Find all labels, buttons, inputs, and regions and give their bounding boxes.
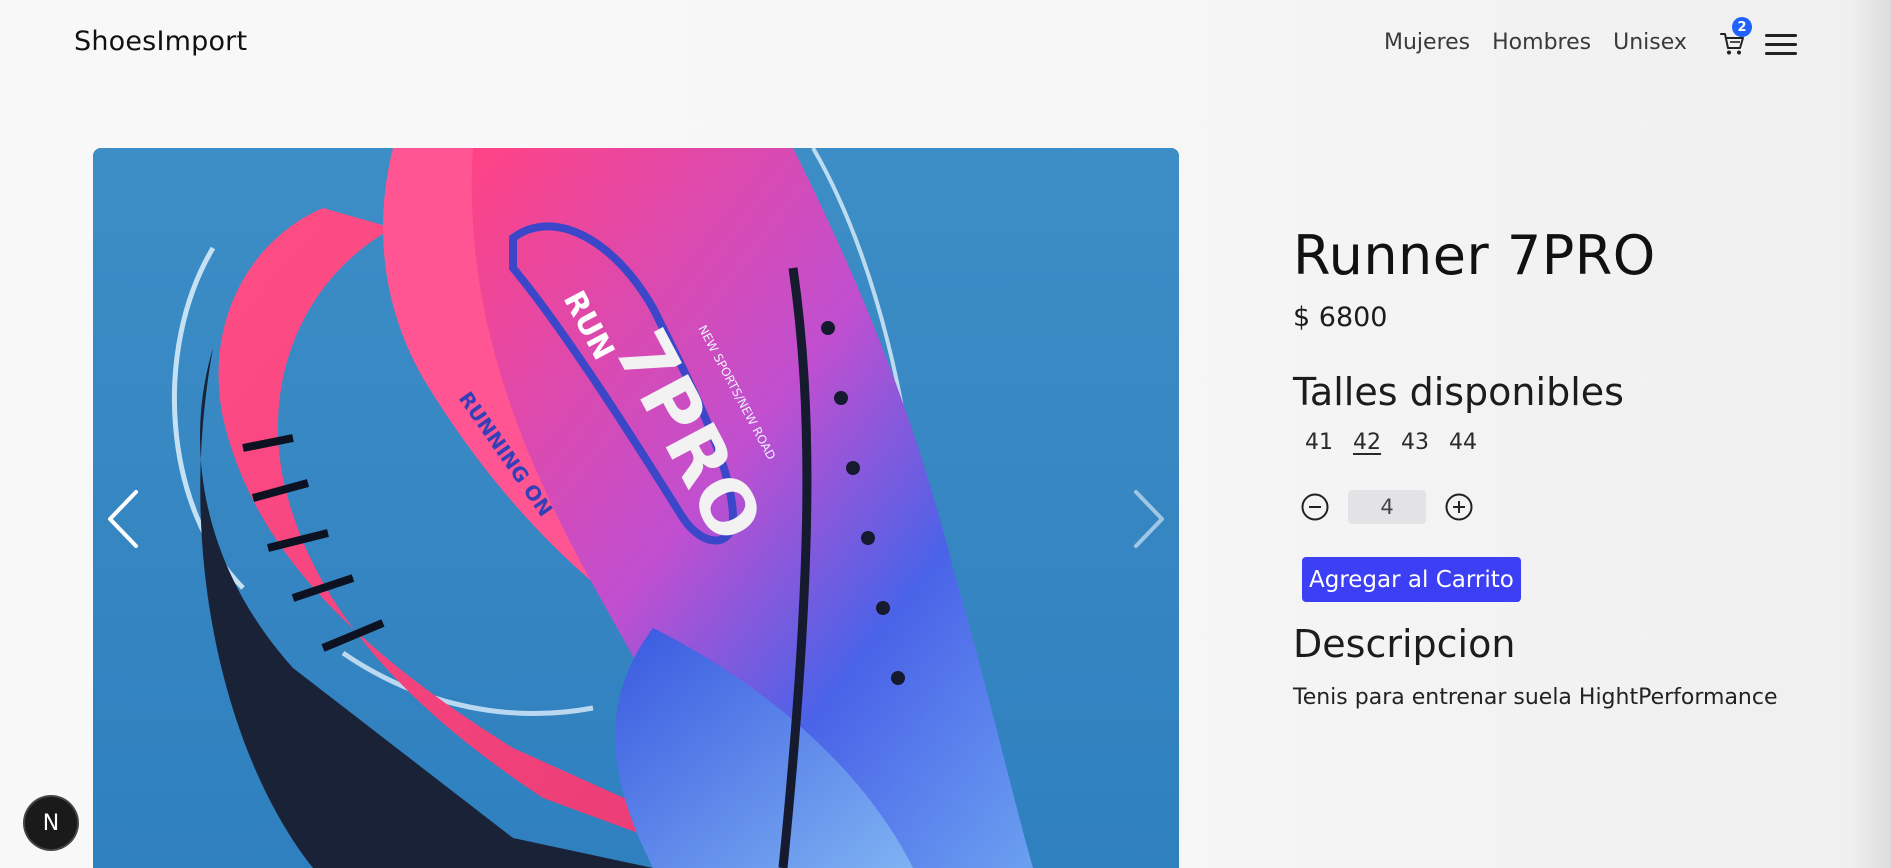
- nav-link-hombres[interactable]: Hombres: [1492, 30, 1591, 55]
- site-header: ShoesImport Mujeres Hombres Unisex 2: [0, 0, 1891, 90]
- plus-circle-icon[interactable]: [1444, 492, 1474, 522]
- quantity-value[interactable]: 4: [1348, 490, 1426, 524]
- quantity-stepper: 4: [1300, 490, 1474, 524]
- product-page: ShoesImport Mujeres Hombres Unisex 2 RUN…: [0, 0, 1891, 868]
- cart-count-badge: 2: [1732, 17, 1752, 37]
- description-heading: Descripcion: [1293, 622, 1516, 666]
- menu-line: [1765, 43, 1797, 46]
- chevron-right-icon[interactable]: [1128, 488, 1168, 550]
- product-image-carousel: RUN 7PRO NEW SPORTS/NEW ROAD RUNNING ON: [93, 148, 1179, 868]
- product-title: Runner 7PRO: [1293, 224, 1656, 287]
- nav-link-unisex[interactable]: Unisex: [1613, 30, 1687, 55]
- size-option-44[interactable]: 44: [1449, 430, 1497, 455]
- brand-logo[interactable]: ShoesImport: [74, 26, 247, 57]
- size-option-42[interactable]: 42: [1353, 430, 1401, 455]
- chevron-left-icon[interactable]: [104, 488, 144, 550]
- right-edge-shadow: [1851, 0, 1891, 868]
- product-image: RUN 7PRO NEW SPORTS/NEW ROAD RUNNING ON: [93, 148, 1179, 868]
- size-options: 41 42 43 44: [1305, 430, 1497, 455]
- hamburger-menu-icon[interactable]: [1765, 34, 1797, 56]
- menu-line: [1765, 34, 1797, 37]
- minus-circle-icon[interactable]: [1300, 492, 1330, 522]
- sizes-heading: Talles disponibles: [1293, 370, 1624, 414]
- framework-badge[interactable]: N: [25, 797, 77, 849]
- size-option-43[interactable]: 43: [1401, 430, 1449, 455]
- size-option-41[interactable]: 41: [1305, 430, 1353, 455]
- description-text: Tenis para entrenar suela HightPerforman…: [1293, 685, 1778, 710]
- nav-link-mujeres[interactable]: Mujeres: [1384, 30, 1470, 55]
- menu-line: [1765, 52, 1797, 55]
- add-to-cart-button[interactable]: Agregar al Carrito: [1302, 557, 1521, 602]
- main-nav: Mujeres Hombres Unisex: [1384, 30, 1687, 55]
- product-price: $ 6800: [1293, 302, 1388, 333]
